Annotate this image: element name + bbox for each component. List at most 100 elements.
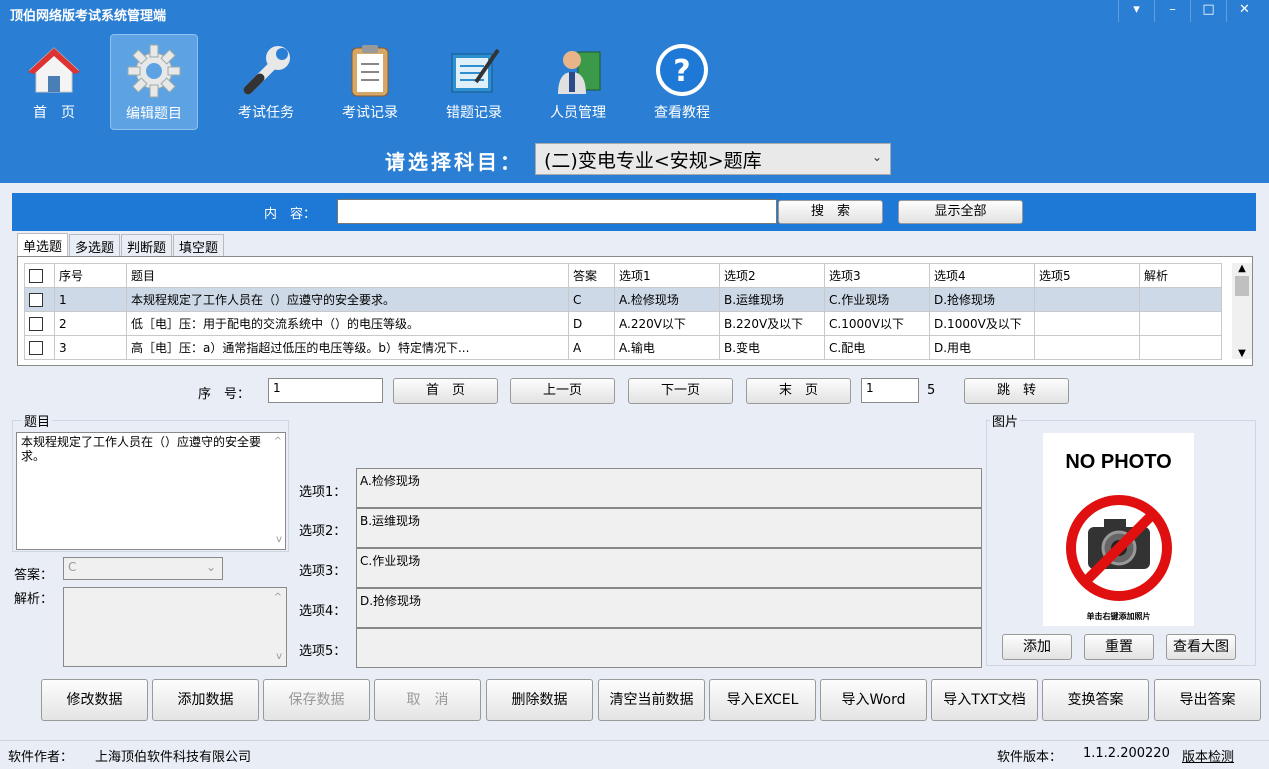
search-button[interactable]: 搜 索	[778, 200, 883, 224]
image-label: 图片	[990, 411, 1021, 430]
option5-field[interactable]	[356, 628, 982, 668]
save-data-button[interactable]: 保存数据	[263, 679, 370, 721]
nav-home[interactable]: 首 页	[10, 34, 98, 130]
table-scrollbar[interactable]: ▲ ▼	[1232, 263, 1252, 359]
cell-option2: B.运维现场	[719, 287, 825, 312]
import-excel-button[interactable]: 导入EXCEL	[709, 679, 816, 721]
modify-data-button[interactable]: 修改数据	[41, 679, 148, 721]
delete-data-button[interactable]: 删除数据	[486, 679, 593, 721]
no-photo-image[interactable]: NO PHOTO 单击右键添加照片	[1043, 433, 1194, 626]
option2-field[interactable]: B.运维现场	[356, 508, 982, 548]
transform-answer-button[interactable]: 变换答案	[1042, 679, 1149, 721]
nav-wrong-records[interactable]: 错题记录	[422, 34, 526, 130]
cell-option4: D.抢修现场	[929, 287, 1035, 312]
answer-select[interactable]: C ⌄	[63, 557, 223, 580]
answer-label: 答案：	[14, 568, 54, 583]
cell-index: 3	[54, 335, 127, 360]
column-header[interactable]: 选项3	[824, 263, 930, 288]
column-header[interactable]: 答案	[568, 263, 615, 288]
reset-image-button[interactable]: 重置	[1084, 634, 1154, 660]
column-header[interactable]: 序号	[54, 263, 127, 288]
column-header[interactable]: 选项2	[719, 263, 825, 288]
first-page-button[interactable]: 首 页	[393, 378, 498, 404]
next-page-button[interactable]: 下一页	[628, 378, 733, 404]
help-icon: ?	[654, 42, 710, 98]
option3-field[interactable]: C.作业现场	[356, 548, 982, 588]
analysis-textarea[interactable]: ^ v	[63, 587, 287, 667]
scroll-down-icon[interactable]: ▼	[1232, 348, 1252, 359]
cell-index: 1	[54, 287, 127, 312]
column-header[interactable]: 解析	[1139, 263, 1222, 288]
prev-page-button[interactable]: 上一页	[510, 378, 615, 404]
pager-current-field[interactable]: 1	[268, 378, 383, 403]
export-answer-button[interactable]: 导出答案	[1154, 679, 1261, 721]
scroll-down-icon[interactable]: v	[276, 533, 282, 547]
show-all-button[interactable]: 显示全部	[898, 200, 1023, 224]
column-header[interactable]: 选项4	[929, 263, 1035, 288]
subject-select[interactable]: (二)变电专业<安规>题库 ⌄	[535, 143, 891, 175]
table-row[interactable]: 3 高［电］压：a）通常指超过低压的电压等级。b）特定情况下... A A.输电…	[24, 335, 1222, 360]
cell-question: 低［电］压：用于配电的交流系统中（）的电压等级。	[126, 311, 569, 336]
question-textarea[interactable]: 本规程规定了工作人员在（）应遵守的安全要求。 ^ v	[16, 432, 286, 550]
option4-label: 选项4：	[299, 604, 347, 619]
cell-option1: A.输电	[614, 335, 720, 360]
menu-dropdown-button[interactable]: ▾	[1118, 0, 1154, 22]
last-page-button[interactable]: 末 页	[746, 378, 851, 404]
nav-edit-questions[interactable]: 编辑题目	[110, 34, 198, 130]
close-button[interactable]: ✕	[1226, 0, 1262, 22]
subject-value: (二)变电专业<安规>题库	[544, 150, 762, 172]
svg-text:?: ?	[673, 54, 690, 89]
cell-option2: B.变电	[719, 335, 825, 360]
nav-tutorial[interactable]: ? 查看教程	[630, 34, 734, 130]
header: 顶伯网络版考试系统管理端 ▾ – □ ✕ 首 页 编辑题目 考试任务 考试记录 …	[0, 0, 1269, 183]
row-checkbox[interactable]	[24, 287, 55, 312]
version-check-link[interactable]: 版本检测	[1182, 746, 1234, 765]
cell-option5	[1034, 311, 1140, 336]
nav-label: 考试任务	[238, 105, 294, 121]
search-bar: 内 容： 搜 索 显示全部	[12, 193, 1256, 231]
nav-exam-records[interactable]: 考试记录	[318, 34, 422, 130]
maximize-button[interactable]: □	[1190, 0, 1226, 22]
option2-label: 选项2：	[299, 524, 347, 539]
scroll-up-icon[interactable]: ▲	[1232, 263, 1252, 274]
view-large-image-button[interactable]: 查看大图	[1166, 634, 1236, 660]
add-image-button[interactable]: 添加	[1002, 634, 1072, 660]
no-photo-text: NO PHOTO	[1065, 451, 1172, 473]
row-checkbox[interactable]	[24, 335, 55, 360]
select-all-checkbox[interactable]	[24, 263, 55, 288]
nav-exam-tasks[interactable]: 考试任务	[214, 34, 318, 130]
add-data-button[interactable]: 添加数据	[152, 679, 259, 721]
scroll-thumb[interactable]	[1235, 276, 1249, 296]
nav-personnel[interactable]: 人员管理	[526, 34, 630, 130]
scroll-up-icon[interactable]: ^	[274, 435, 282, 449]
cell-option2: B.220V及以下	[719, 311, 825, 336]
jump-button[interactable]: 跳 转	[964, 378, 1069, 404]
status-bar: 软件作者： 上海顶伯软件科技有限公司 软件版本： 1.1.2.200220 版本…	[0, 740, 1269, 769]
row-checkbox[interactable]	[24, 311, 55, 336]
no-camera-icon	[1066, 495, 1172, 601]
column-header[interactable]: 选项1	[614, 263, 720, 288]
jump-page-field[interactable]: 1	[861, 378, 919, 403]
table-row[interactable]: 2 低［电］压：用于配电的交流系统中（）的电压等级。 D A.220V以下 B.…	[24, 311, 1222, 336]
question-text: 本规程规定了工作人员在（）应遵守的安全要求。	[21, 435, 262, 463]
option4-field[interactable]: D.抢修现场	[356, 588, 982, 628]
analysis-label: 解析：	[14, 592, 54, 607]
column-header[interactable]: 选项5	[1034, 263, 1140, 288]
table-row[interactable]: 1 本规程规定了工作人员在（）应遵守的安全要求。 C A.检修现场 B.运维现场…	[24, 287, 1222, 312]
cell-index: 2	[54, 311, 127, 336]
notepad-icon	[446, 42, 502, 98]
app-title: 顶伯网络版考试系统管理端	[10, 9, 167, 24]
import-txt-button[interactable]: 导入TXT文档	[931, 679, 1038, 721]
search-label: 内 容：	[264, 207, 317, 222]
column-header[interactable]: 题目	[126, 263, 569, 288]
scroll-up-icon[interactable]: ^	[274, 592, 282, 603]
option1-field[interactable]: A.检修现场	[356, 468, 982, 508]
cell-analysis	[1139, 311, 1222, 336]
scroll-down-icon[interactable]: v	[276, 651, 282, 662]
clear-current-data-button[interactable]: 清空当前数据	[598, 679, 705, 721]
cancel-button[interactable]: 取 消	[374, 679, 481, 721]
import-word-button[interactable]: 导入Word	[820, 679, 927, 721]
search-input[interactable]	[337, 199, 777, 224]
minimize-button[interactable]: –	[1154, 0, 1190, 22]
nav-label: 编辑题目	[126, 106, 182, 122]
